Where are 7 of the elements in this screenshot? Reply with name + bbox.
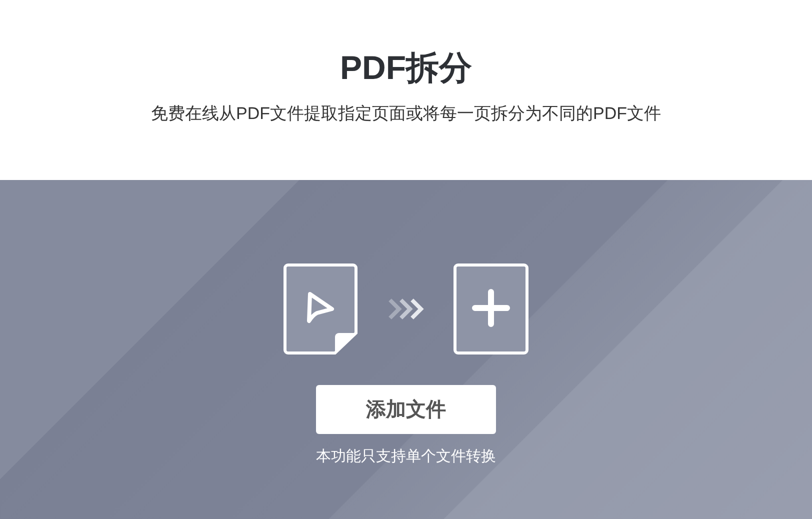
page-title: PDF拆分: [340, 48, 472, 88]
chevrons-icon: [388, 298, 424, 320]
document-icon: [283, 263, 359, 355]
page-subtitle: 免费在线从PDF文件提取指定页面或将每一页拆分为不同的PDF文件: [151, 103, 661, 125]
upload-note: 本功能只支持单个文件转换: [316, 447, 496, 467]
add-file-button[interactable]: 添加文件: [316, 385, 496, 434]
add-file-icon: [453, 263, 529, 355]
